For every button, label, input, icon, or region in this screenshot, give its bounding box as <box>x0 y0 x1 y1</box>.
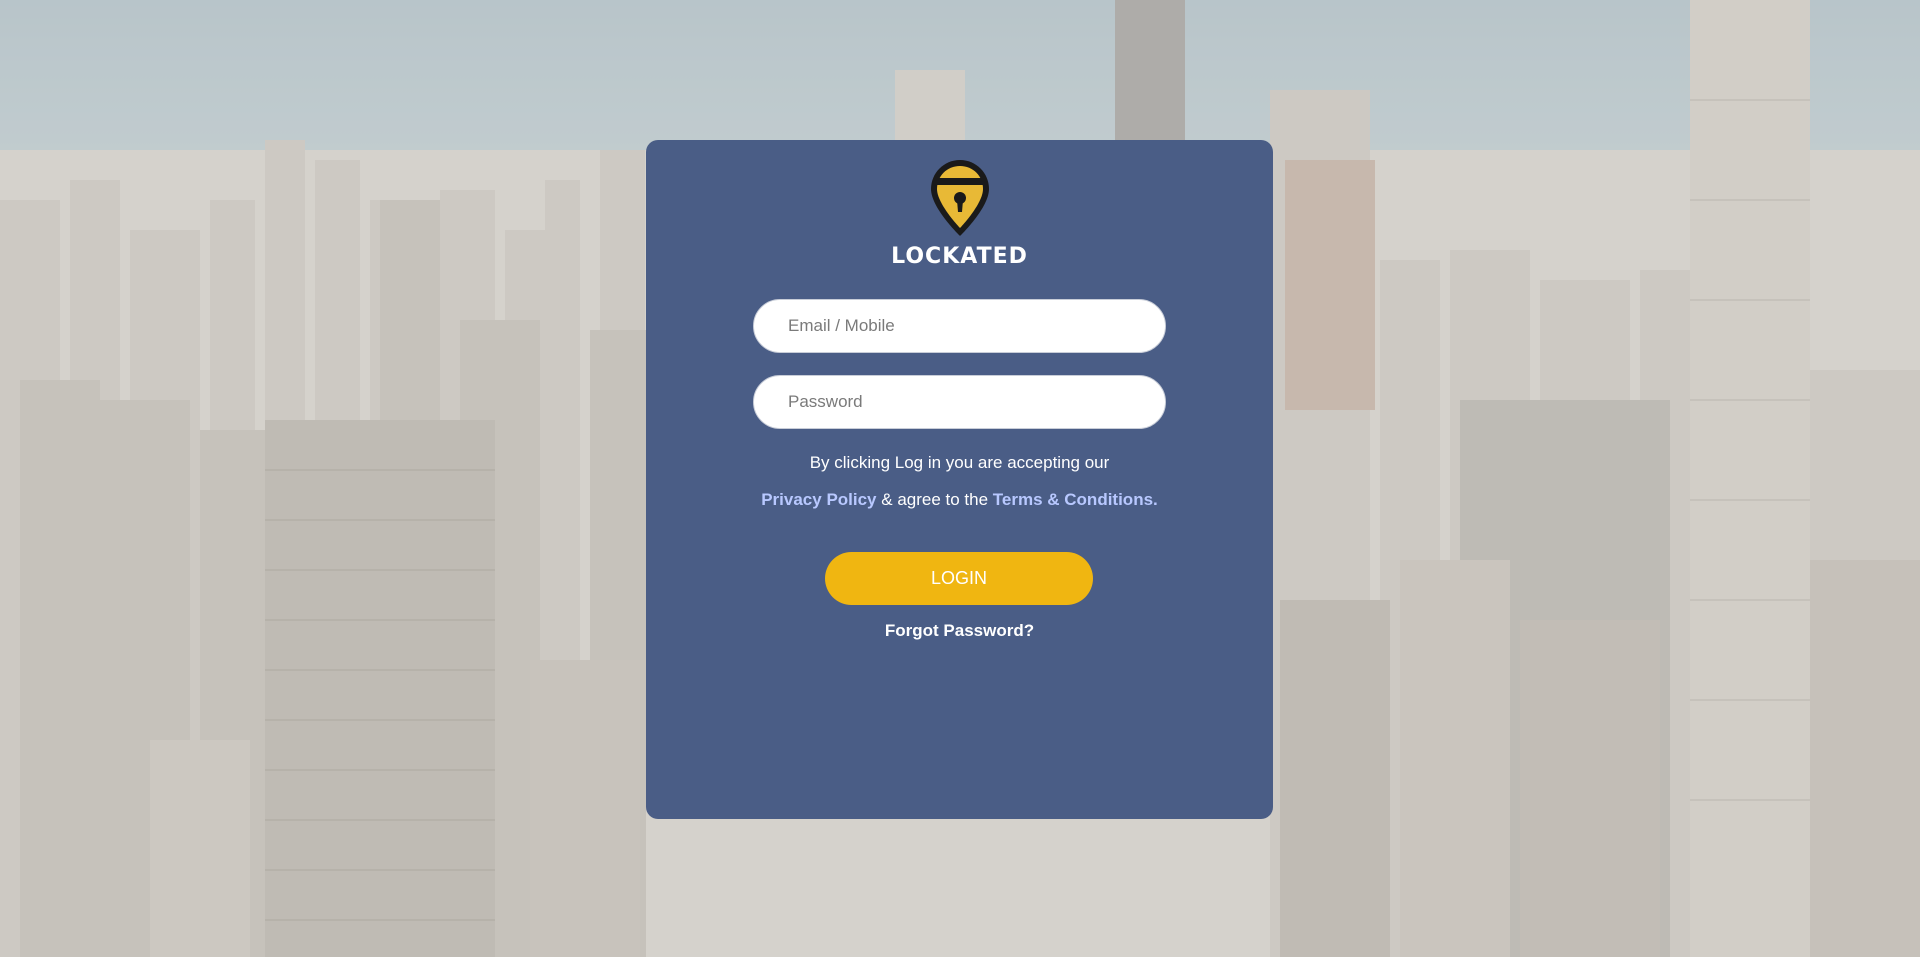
privacy-policy-link[interactable]: Privacy Policy <box>761 490 876 509</box>
keyhole-pin-icon <box>930 160 989 236</box>
terms-notice: By clicking Log in you are accepting our <box>809 453 1110 472</box>
login-button[interactable]: LOGIN <box>825 552 1093 605</box>
terms-links-line: Privacy Policy & agree to the Terms & Co… <box>646 490 1273 510</box>
password-input[interactable] <box>753 375 1166 429</box>
forgot-password-link[interactable]: Forgot Password? <box>646 621 1273 641</box>
brand-name: LOCKATED <box>891 244 1028 269</box>
email-mobile-input[interactable] <box>753 299 1166 353</box>
login-card: LOCKATED By clicking Log in you are acce… <box>646 140 1273 819</box>
terms-middle-text: & agree to the <box>876 490 993 509</box>
terms-conditions-link[interactable]: Terms & Conditions. <box>993 490 1158 509</box>
brand-logo: LOCKATED <box>646 158 1273 269</box>
login-page: LOCKATED By clicking Log in you are acce… <box>0 0 1920 957</box>
